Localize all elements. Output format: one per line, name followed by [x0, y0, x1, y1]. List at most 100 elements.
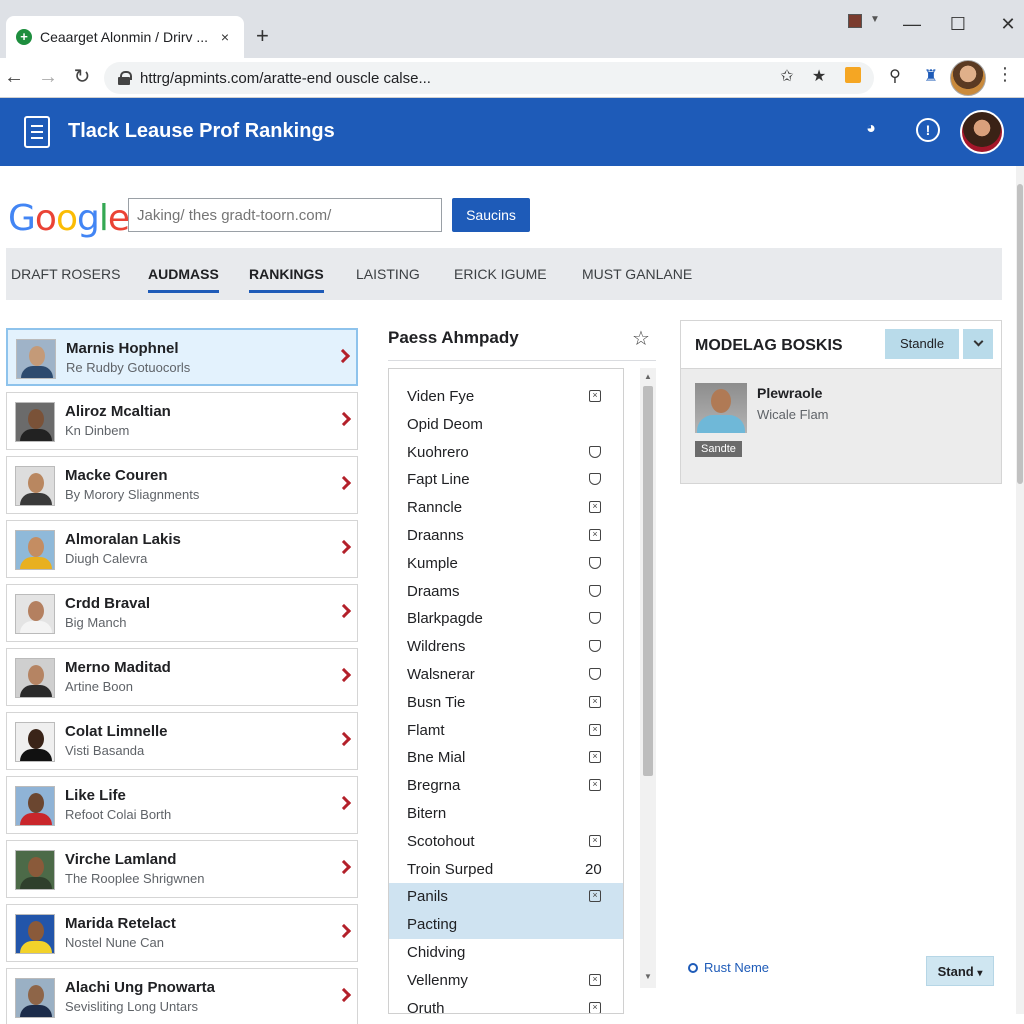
position-item[interactable]: Busn Tie × — [389, 689, 623, 717]
position-label: Ranncle — [407, 499, 463, 517]
position-item[interactable]: Scotohout × — [389, 828, 623, 856]
info-icon[interactable]: ! — [916, 118, 940, 142]
extension-icon[interactable] — [845, 67, 861, 83]
player-card[interactable]: Alachi Ung Pnowarta Sevisliting Long Unt… — [6, 968, 358, 1024]
player-card[interactable]: Like Life Refoot Colai Borth — [6, 776, 358, 834]
tab-laisting[interactable]: LAISTING — [356, 266, 420, 282]
position-item[interactable]: Fapt Line — [389, 466, 623, 494]
position-item[interactable]: Flamt × — [389, 717, 623, 745]
new-tab-button[interactable]: + — [256, 24, 269, 48]
browser-tab[interactable]: + Ceaarget Alonmin / Drirv ... × — [6, 16, 244, 58]
position-item[interactable]: Panils × — [389, 883, 623, 912]
stand-label: Stand — [937, 963, 974, 979]
close-window-button[interactable]: ✕ — [993, 14, 1023, 35]
position-label: Kuohrero — [407, 443, 469, 461]
search-button[interactable]: Saucins — [452, 198, 530, 232]
page-scrollbar[interactable] — [1016, 166, 1024, 1014]
position-item[interactable]: Bitern — [389, 800, 623, 828]
location-pin-icon[interactable]: ⚲ — [884, 66, 906, 86]
back-arrow-icon[interactable]: ← — [2, 64, 26, 90]
position-item[interactable]: Chidving — [389, 939, 623, 967]
share-icon[interactable]: ✩ — [776, 66, 798, 86]
position-item[interactable]: Wildrens — [389, 633, 623, 661]
shield-icon[interactable] — [589, 640, 601, 653]
position-item[interactable]: Ranncle × — [389, 494, 623, 522]
player-card[interactable]: Virche Lamland The Rooplee Shrigwnen — [6, 840, 358, 898]
notifications-icon[interactable]: ◕ — [858, 118, 884, 144]
scroll-down-icon[interactable]: ▼ — [644, 972, 652, 981]
minimize-button[interactable]: — — [897, 14, 927, 35]
position-item[interactable]: Draanns × — [389, 522, 623, 550]
position-item[interactable]: Oruth × — [389, 995, 623, 1013]
position-item[interactable]: Walsnerar — [389, 661, 623, 689]
position-item[interactable]: Kuohrero — [389, 439, 623, 467]
position-item[interactable]: Kumple — [389, 550, 623, 578]
maximize-button[interactable]: ☐ — [943, 14, 973, 35]
url-field[interactable]: httrg/apmints.com/aratte-end ouscle cals… — [104, 62, 874, 94]
standle-button[interactable]: Standle — [885, 329, 959, 359]
checkbox-x-icon[interactable]: × — [589, 1001, 601, 1013]
player-card[interactable]: Macke Couren By Morory Sliagnments — [6, 456, 358, 514]
player-card[interactable]: Crdd Braval Big Manch — [6, 584, 358, 642]
checkbox-x-icon[interactable]: × — [589, 529, 601, 541]
tab-erick-igume[interactable]: ERICK IGUME — [454, 266, 547, 282]
browser-profile-avatar[interactable] — [950, 60, 986, 96]
position-item[interactable]: Draams — [389, 578, 623, 606]
shield-icon[interactable] — [589, 668, 601, 680]
puzzle-extension-icon[interactable]: ♜ — [920, 66, 942, 86]
position-item[interactable]: Troin Surped 20 — [389, 856, 623, 884]
tab-audmass[interactable]: AUDMASS — [148, 266, 219, 293]
checkbox-x-icon[interactable]: × — [589, 390, 601, 402]
detail-dropdown-button[interactable] — [963, 329, 993, 359]
position-item[interactable]: Viden Fye × — [389, 383, 623, 411]
position-item[interactable]: Bregrna × — [389, 772, 623, 800]
user-avatar[interactable] — [960, 110, 1004, 154]
checkbox-x-icon[interactable]: × — [589, 695, 601, 708]
favorite-star-icon[interactable]: ☆ — [632, 326, 650, 351]
reload-icon[interactable]: ↻ — [70, 64, 94, 90]
player-photo — [15, 786, 55, 826]
position-item[interactable]: Opid Deom — [389, 411, 623, 439]
checkbox-x-icon[interactable]: × — [589, 973, 601, 986]
position-item[interactable]: Pacting — [389, 911, 623, 940]
shield-icon[interactable] — [589, 473, 601, 486]
scroll-thumb[interactable] — [643, 386, 653, 776]
shield-icon[interactable] — [589, 556, 601, 569]
checkbox-x-icon[interactable]: × — [589, 890, 601, 903]
player-card[interactable]: Aliroz Mcaltian Kn Dinbem — [6, 392, 358, 450]
player-card[interactable]: Marnis Hophnel Re Rudby Gotuocorls — [6, 328, 358, 386]
checkbox-x-icon[interactable]: × — [589, 723, 601, 736]
checkbox-x-icon[interactable]: × — [589, 751, 601, 764]
player-card[interactable]: Merno Maditad Artine Boon — [6, 648, 358, 706]
position-item[interactable]: Bne Mial × — [389, 744, 623, 772]
checkbox-x-icon[interactable]: × — [589, 501, 601, 514]
player-card[interactable]: Marida Retelact Nostel Nune Can — [6, 904, 358, 962]
position-item[interactable]: Vellenmy × — [389, 967, 623, 995]
positions-scrollbar[interactable]: ▲ ▼ — [640, 368, 656, 988]
chevron-down-icon[interactable]: ▼ — [870, 14, 880, 25]
bookmark-star-icon[interactable]: ★ — [808, 66, 830, 86]
forward-arrow-icon[interactable]: → — [36, 64, 60, 90]
position-label: Kumple — [407, 554, 458, 572]
checkbox-x-icon[interactable]: × — [589, 834, 601, 847]
tab-draft-rosers[interactable]: DRAFT ROSERS — [11, 266, 120, 282]
position-item[interactable]: Blarkpagde — [389, 605, 623, 633]
player-name: Crdd Braval — [65, 595, 151, 612]
shield-icon[interactable] — [589, 445, 601, 458]
checkbox-x-icon[interactable]: × — [589, 779, 601, 792]
player-card[interactable]: Colat Limnelle Visti Basanda — [6, 712, 358, 770]
tab-rankings[interactable]: RANKINGS — [249, 266, 324, 293]
shield-icon[interactable] — [589, 584, 601, 597]
chevron-right-icon — [336, 539, 352, 555]
search-input[interactable] — [128, 198, 442, 232]
player-card[interactable]: Almoralan Lakis Diugh Calevra — [6, 520, 358, 578]
tab-close-button[interactable]: × — [216, 29, 234, 45]
profile-thumbnail-icon[interactable] — [848, 14, 862, 28]
shield-icon[interactable] — [589, 612, 601, 625]
position-label: Bregrna — [407, 777, 461, 795]
stand-dropdown-button[interactable]: Stand ▾ — [926, 956, 994, 986]
scroll-up-icon[interactable]: ▲ — [644, 372, 652, 381]
browser-menu-icon[interactable]: ⋮ — [996, 64, 1014, 85]
tab-must-ganlane[interactable]: MUST GANLANE — [582, 266, 692, 282]
rust-neme-link[interactable]: Rust Neme — [688, 960, 769, 975]
